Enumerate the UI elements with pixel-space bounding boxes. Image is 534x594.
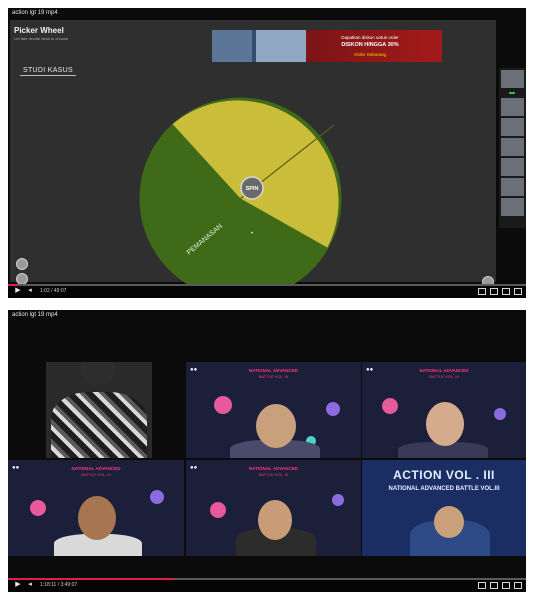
participant-face	[426, 402, 464, 446]
settings-gear-icon[interactable]	[490, 288, 498, 295]
app-title: Picker Wheel	[14, 26, 64, 35]
speaking-indicator	[509, 92, 515, 94]
participant-face	[256, 404, 296, 448]
participant-head	[80, 362, 116, 386]
fullscreen-icon[interactable]	[16, 258, 28, 270]
picker-wheel-app: Picker Wheel Let fate decide what to cho…	[10, 20, 496, 298]
participant-tile[interactable]: ●● NATIONAL ADVANCED BATTLE VOL. III	[186, 460, 361, 556]
player-controls: ▶ ◂ 1:02 / 49:07	[8, 284, 526, 298]
fullscreen-toggle-icon[interactable]	[514, 582, 522, 589]
event-title: ACTION VOL . III	[393, 468, 495, 482]
picker-wheel[interactable]: PEMANASAN • SPIN	[137, 95, 344, 298]
participant-tile[interactable]: ACTION VOL . III NATIONAL ADVANCED BATTL…	[362, 460, 526, 556]
tile-header: NATIONAL ADVANCED	[248, 368, 299, 373]
ad-cta[interactable]: Order Sekarang	[310, 52, 430, 57]
event-subtitle: NATIONAL ADVANCED BATTLE VOL.III	[388, 486, 500, 492]
tile-subheader: BATTLE VOL. III	[258, 472, 289, 477]
captions-icon[interactable]	[478, 288, 486, 295]
tile-header: NATIONAL ADVANCED	[419, 368, 469, 373]
planet-icon	[150, 490, 164, 504]
video-title: action lgt 19 mp4	[12, 10, 58, 16]
participant-thumb[interactable]	[501, 198, 524, 216]
ad-image	[212, 30, 252, 62]
play-icon[interactable]: ▶	[14, 287, 22, 295]
participant-thumb[interactable]	[501, 98, 524, 116]
participant-thumb[interactable]	[501, 70, 524, 88]
participant-tile[interactable]: ●● NATIONAL ADVANCED BATTLE VOL. III	[362, 362, 526, 458]
video-player-top[interactable]: action lgt 19 mp4 Picker Wheel Let fate …	[8, 8, 526, 298]
planet-icon	[382, 398, 398, 414]
ad-text: Dapatkan diskon untuk order	[341, 35, 399, 40]
miniplayer-icon[interactable]	[502, 288, 510, 295]
tile-subheader: BATTLE VOL. III	[429, 374, 459, 379]
planet-icon	[30, 500, 46, 516]
studi-kasus-button[interactable]: STUDI KASUS	[20, 66, 76, 76]
settings-gear-icon[interactable]	[490, 582, 498, 589]
participant-thumb[interactable]	[501, 138, 524, 156]
participant-tile[interactable]	[46, 362, 152, 458]
captions-icon[interactable]	[478, 582, 486, 589]
ad-banner[interactable]: Dapatkan diskon untuk order DISKON HINGG…	[212, 30, 442, 62]
spin-label: SPIN	[246, 186, 259, 192]
wheel-dot: •	[251, 231, 253, 237]
tile-header: NATIONAL ADVANCED	[248, 466, 299, 471]
participant-tile[interactable]: ●● NATIONAL ADVANCED BATTLE VOL. III	[8, 460, 184, 556]
planet-icon	[332, 494, 344, 506]
participant-thumb[interactable]	[501, 118, 524, 136]
participant-strip	[499, 68, 526, 228]
planet-icon	[326, 402, 340, 416]
progress-fill	[8, 284, 19, 286]
volume-icon[interactable]: ◂	[26, 581, 34, 589]
progress-bar[interactable]	[8, 578, 526, 580]
planet-icon	[210, 502, 226, 518]
participant-tile[interactable]: ●● NATIONAL ADVANCED BATTLE VOL. III	[186, 362, 361, 458]
progress-fill	[8, 578, 174, 580]
participant-thumb[interactable]	[501, 158, 524, 176]
planet-icon	[494, 408, 506, 420]
volume-icon[interactable]: ◂	[26, 287, 34, 295]
fullscreen-toggle-icon[interactable]	[514, 288, 522, 295]
app-subtitle: Let fate decide what to choose	[14, 36, 69, 41]
planet-icon	[214, 396, 232, 414]
tile-header: NATIONAL ADVANCED	[71, 466, 121, 471]
tile-subheader: BATTLE VOL. III	[258, 374, 289, 379]
participant-body	[51, 392, 147, 458]
participant-face	[258, 500, 292, 540]
play-icon[interactable]: ▶	[14, 581, 22, 589]
video-title: action lgt 19 mp4	[12, 312, 58, 318]
player-controls: ▶ ◂ 1:18:11 / 3:49:07	[8, 578, 526, 592]
time-display: 1:18:11 / 3:49:07	[40, 582, 78, 588]
participant-face	[78, 496, 116, 540]
time-display: 1:02 / 49:07	[40, 288, 67, 294]
participant-thumb[interactable]	[501, 178, 524, 196]
ad-image	[256, 30, 306, 62]
ad-headline: DISKON HINGGA 30%	[341, 42, 399, 48]
miniplayer-icon[interactable]	[502, 582, 510, 589]
participant-face	[434, 506, 464, 538]
video-player-bottom[interactable]: action lgt 19 mp4 ●● NATIONAL ADVANCED B…	[8, 310, 526, 592]
progress-bar[interactable]	[8, 284, 526, 286]
tile-subheader: BATTLE VOL. III	[81, 472, 111, 477]
